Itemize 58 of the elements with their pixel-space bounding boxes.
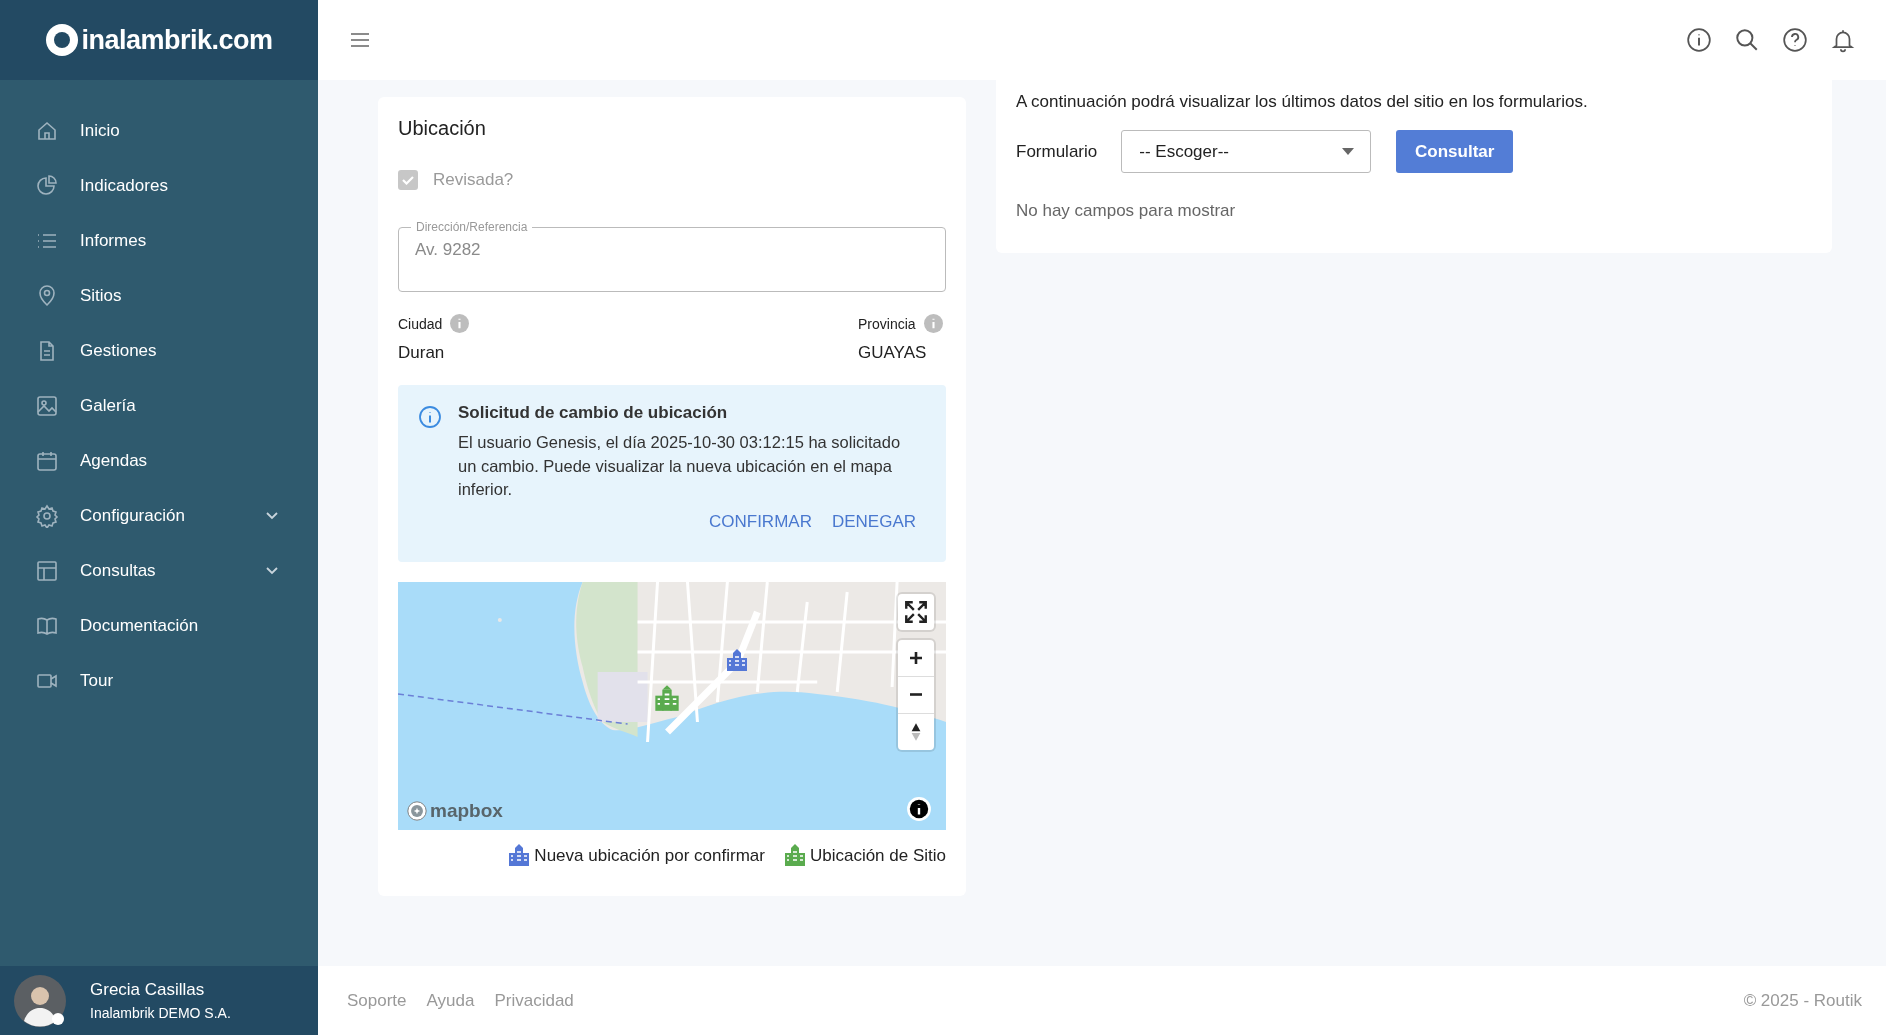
form-select[interactable]: -- Escoger--	[1121, 130, 1372, 173]
legend-label: Ubicación de Sitio	[809, 845, 946, 866]
field-value: GUAYAS	[858, 343, 928, 363]
table-icon	[35, 558, 59, 583]
fullscreen-button[interactable]	[898, 593, 934, 630]
text-button[interactable]: CONFIRMAR	[708, 511, 812, 532]
field-label: Provincia	[858, 315, 916, 332]
nav-item[interactable]: Gestiones	[0, 323, 318, 378]
search-icon[interactable]	[1734, 27, 1760, 53]
nav-item[interactable]: Consultas	[0, 543, 318, 598]
user-name: Grecia Casillas	[90, 980, 206, 1000]
pie-chart-icon	[35, 173, 59, 198]
checkmark-icon	[402, 175, 414, 185]
plus-icon	[908, 649, 924, 666]
info-icon	[418, 405, 442, 429]
nav-item[interactable]: Tour	[0, 653, 318, 708]
help-icon[interactable]	[1782, 27, 1808, 53]
avatar-icon[interactable]	[14, 974, 66, 1027]
info-icon[interactable]	[906, 795, 932, 822]
intro-text: A continuación podrá visualizar los últimos datos del sitio en los formularios.	[1016, 92, 1589, 112]
empty-message: No hay campos para mostrar	[1016, 201, 1237, 221]
copyright-text: © 2025 - Routik	[1743, 990, 1862, 1011]
info-icon[interactable]	[1686, 27, 1712, 53]
alert-title: Solicitud de cambio de ubicación	[458, 403, 729, 423]
company-name: Inalambrik DEMO S.A.	[90, 1005, 231, 1021]
nav-item[interactable]: Configuración	[0, 488, 318, 543]
nav-item[interactable]: Documentación	[0, 598, 318, 653]
building-icon[interactable]	[725, 648, 749, 671]
nav-item[interactable]: Informes	[0, 213, 318, 268]
alert-message: El usuario Genesis, el día 2025-10-30 03:12:15 ha solicitado un cambio. Puede visualizar la nueva ubicación en el mapa inferior.	[458, 432, 902, 500]
consult-button[interactable]: Consultar	[1396, 130, 1514, 173]
logo-text: inalambrik.com	[81, 24, 273, 56]
field-value: Av. 9282	[415, 240, 482, 260]
map[interactable]: mapbox	[398, 581, 946, 830]
dropdown-caret-icon	[1342, 147, 1355, 156]
logo-mark-icon	[45, 23, 80, 57]
field-value: Duran	[398, 343, 446, 363]
field-label: Formulario	[1016, 141, 1098, 162]
address-field[interactable]: Dirección/Referencia Av. 9282	[398, 220, 946, 292]
image-icon	[35, 393, 59, 418]
field-label: Dirección/Referencia	[415, 220, 529, 234]
nav-item[interactable]: Sitios	[0, 268, 318, 323]
nav-item[interactable]: Agendas	[0, 433, 318, 488]
attribution-logo[interactable]: mapbox	[430, 799, 503, 822]
field-label: Ciudad	[398, 315, 443, 332]
fullscreen-icon	[903, 598, 929, 625]
mapbox-logo-icon	[406, 799, 428, 822]
card-title: Ubicación	[398, 117, 487, 140]
settings-icon	[35, 503, 59, 528]
checkbox-label: Revisada?	[433, 170, 514, 190]
building-icon[interactable]	[653, 684, 681, 711]
notification-bell-icon[interactable]	[1830, 27, 1856, 53]
text-button[interactable]: DENEGAR	[831, 511, 916, 532]
minus-icon	[910, 693, 922, 696]
legend-label: Nueva ubicación por confirmar	[534, 845, 765, 866]
nav-item[interactable]: Galería	[0, 378, 318, 433]
nav-item[interactable]: Indicadores	[0, 158, 318, 213]
nav-item[interactable]: Inicio	[0, 103, 318, 158]
